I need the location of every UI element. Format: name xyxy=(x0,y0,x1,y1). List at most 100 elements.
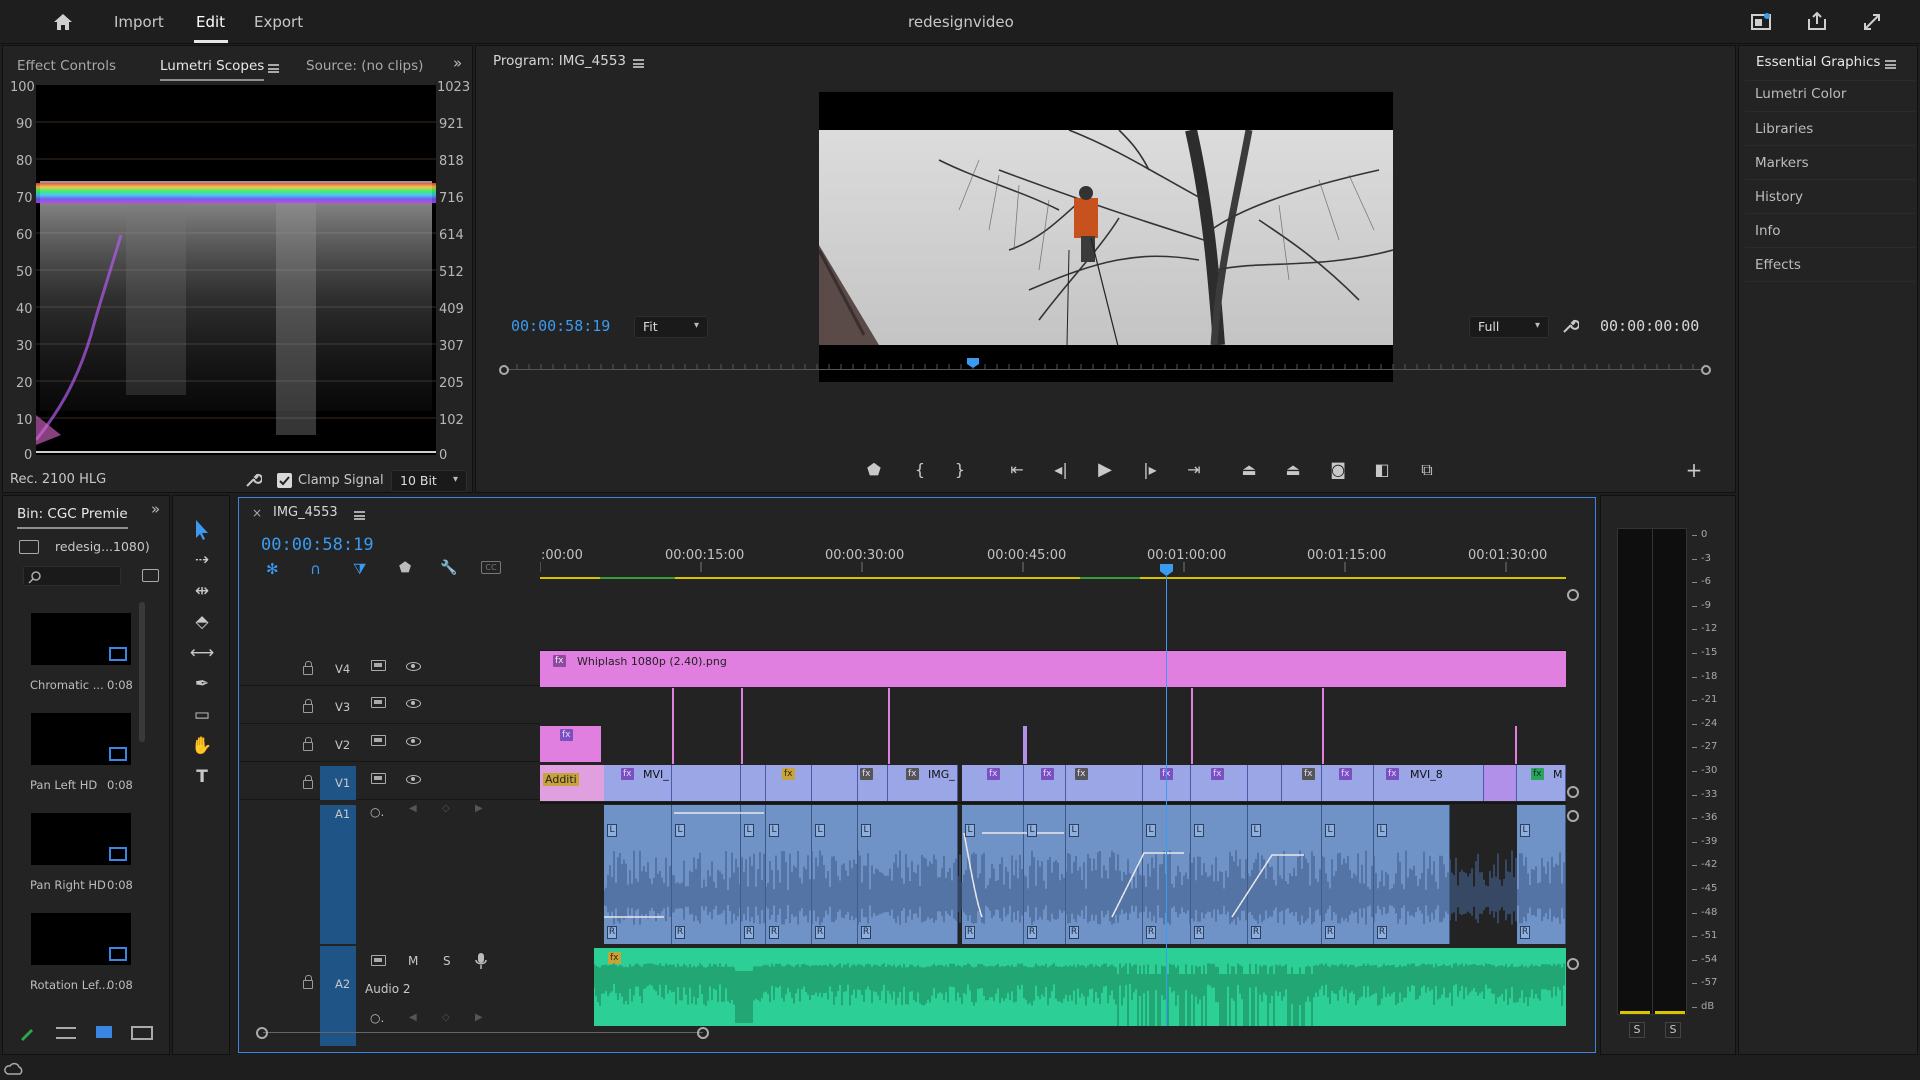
track-select-tool-icon[interactable]: ⇢ xyxy=(186,547,218,573)
pencil-icon[interactable] xyxy=(18,1024,36,1042)
rectangle-tool-icon[interactable]: ▭ xyxy=(186,702,218,728)
sync-lock-icon[interactable] xyxy=(371,955,386,966)
clip-edge[interactable] xyxy=(1023,726,1027,764)
clip-v1[interactable]: fx xyxy=(1024,765,1066,801)
solo-button[interactable]: S xyxy=(443,954,451,968)
vertical-zoom-handle[interactable] xyxy=(1567,810,1579,822)
creative-cloud-icon[interactable] xyxy=(4,1062,24,1076)
bin-scrollbar[interactable] xyxy=(139,602,145,742)
captions-icon[interactable]: CC xyxy=(481,561,501,574)
razor-tool-icon[interactable]: ⬘ xyxy=(186,609,218,635)
home-icon[interactable] xyxy=(52,12,74,32)
clip-edge[interactable] xyxy=(1515,726,1517,764)
a2-target[interactable]: A2 xyxy=(320,946,356,1046)
clip-v4[interactable]: fx Whiplash 1080p (2.40).png xyxy=(540,651,1566,687)
keyframe-toggle-icon[interactable]: ○. xyxy=(370,805,384,819)
clip-v1[interactable]: fx MVI_ xyxy=(604,765,672,801)
eye-icon[interactable] xyxy=(406,737,421,746)
nest-toggle-icon[interactable]: ✻ xyxy=(266,560,279,578)
next-keyframe-icon[interactable]: ▶ xyxy=(475,803,483,814)
clip-v1[interactable] xyxy=(812,765,858,801)
panel-link-history[interactable]: History xyxy=(1755,189,1803,205)
close-sequence-icon[interactable]: × xyxy=(252,506,262,520)
keyframe-toggle-icon[interactable]: ○. xyxy=(370,1011,384,1025)
vertical-zoom-handle[interactable] xyxy=(1567,589,1579,601)
horizontal-scrollbar[interactable] xyxy=(263,1032,703,1033)
extract-icon[interactable]: ⏏ xyxy=(1279,458,1307,482)
icon-view-icon[interactable] xyxy=(96,1026,112,1038)
bit-depth-select[interactable]: 10 Bit ▾ xyxy=(391,470,467,492)
lock-icon[interactable] xyxy=(303,775,313,789)
share-icon[interactable] xyxy=(1806,10,1828,32)
program-scrubber[interactable] xyxy=(499,358,1711,376)
bin-thumbnail[interactable] xyxy=(31,813,131,865)
clip-v1[interactable] xyxy=(672,765,741,801)
edit-tab[interactable]: Edit xyxy=(196,13,225,31)
clip-v1[interactable]: fx MVI_8 xyxy=(1374,765,1484,801)
tab-effect-controls[interactable]: Effect Controls xyxy=(17,58,116,74)
lift-icon[interactable]: ⏏ xyxy=(1235,458,1263,482)
pen-tool-icon[interactable]: ✒ xyxy=(186,671,218,697)
scroll-handle-right[interactable] xyxy=(697,1027,709,1039)
panel-link-effects[interactable]: Effects xyxy=(1755,257,1801,273)
panel-menu-icon[interactable] xyxy=(1885,60,1896,69)
import-tab[interactable]: Import xyxy=(114,13,164,31)
step-forward-icon[interactable]: |▸ xyxy=(1136,458,1164,482)
bin-thumbnail[interactable] xyxy=(31,613,131,665)
a1-target[interactable]: A1 xyxy=(320,805,356,944)
ripple-edit-tool-icon[interactable]: ⇹ xyxy=(186,578,218,604)
sync-lock-icon[interactable] xyxy=(371,697,386,708)
panel-link-markers[interactable]: Markers xyxy=(1755,155,1809,171)
play-icon[interactable]: ▶ xyxy=(1091,458,1119,482)
lock-icon[interactable] xyxy=(303,699,313,713)
slip-tool-icon[interactable]: ⟷ xyxy=(186,640,218,666)
vertical-zoom-handle[interactable] xyxy=(1567,958,1579,970)
essential-graphics-header[interactable]: Essential Graphics xyxy=(1756,54,1880,70)
wrench-icon[interactable] xyxy=(244,471,262,489)
scroll-handle-left[interactable] xyxy=(256,1027,268,1039)
add-keyframe-icon[interactable]: ◇ xyxy=(442,803,450,814)
fullscreen-icon[interactable] xyxy=(1862,12,1882,32)
eye-icon[interactable] xyxy=(406,699,421,708)
solo-left-button[interactable]: S xyxy=(1629,1022,1645,1038)
folder-up-icon[interactable] xyxy=(19,540,39,554)
lock-icon[interactable] xyxy=(303,661,313,675)
clip-v1[interactable]: fx xyxy=(962,765,1024,801)
clip-edge[interactable] xyxy=(672,688,674,764)
sync-lock-icon[interactable] xyxy=(371,660,386,671)
out-handle[interactable] xyxy=(1701,365,1711,375)
go-to-in-icon[interactable]: ⇤ xyxy=(1003,458,1031,482)
clip-edge[interactable] xyxy=(741,688,743,764)
lock-icon[interactable] xyxy=(303,975,313,989)
snap-icon[interactable]: ∩ xyxy=(310,560,321,578)
panel-menu-icon[interactable] xyxy=(633,59,644,68)
list-view-icon[interactable] xyxy=(56,1027,76,1039)
clip-v1[interactable] xyxy=(1484,765,1517,801)
timeline-ruler[interactable] xyxy=(540,562,1566,582)
lock-icon[interactable] xyxy=(303,737,313,751)
clip-edge[interactable] xyxy=(1322,688,1324,764)
hand-tool-icon[interactable]: ✋ xyxy=(186,733,218,759)
export-frame-icon[interactable]: ◙ xyxy=(1324,458,1352,482)
clamp-signal-checkbox[interactable] xyxy=(277,473,292,488)
comparison-view-icon[interactable]: ◧ xyxy=(1368,458,1396,482)
clip-v1[interactable]: fx xyxy=(766,765,812,801)
clip-v1[interactable]: fx IMG_ xyxy=(888,765,958,801)
clip-edge[interactable] xyxy=(1191,688,1193,764)
timeline-timecode[interactable]: 00:00:58:19 xyxy=(261,535,374,555)
bin-tab[interactable]: Bin: CGC Premie xyxy=(17,506,128,529)
panel-link-libraries[interactable]: Libraries xyxy=(1755,121,1813,137)
audio-clip-a2[interactable]: fx xyxy=(594,948,1566,1026)
type-tool-icon[interactable]: T xyxy=(186,764,218,790)
clip-v1[interactable]: fx M xyxy=(1517,765,1566,801)
mark-in-icon[interactable]: { xyxy=(906,458,934,482)
sync-lock-icon[interactable] xyxy=(371,773,386,784)
add-keyframe-icon[interactable]: ◇ xyxy=(442,1012,450,1023)
clip-edge[interactable] xyxy=(888,688,890,764)
next-keyframe-icon[interactable]: ▶ xyxy=(475,1012,483,1023)
panel-menu-icon[interactable] xyxy=(268,64,279,73)
clip-v1[interactable]: fx xyxy=(1066,765,1143,801)
prev-keyframe-icon[interactable]: ◀ xyxy=(409,1012,417,1023)
clip-v1[interactable] xyxy=(1248,765,1282,801)
clip-v1[interactable]: fx xyxy=(1191,765,1248,801)
